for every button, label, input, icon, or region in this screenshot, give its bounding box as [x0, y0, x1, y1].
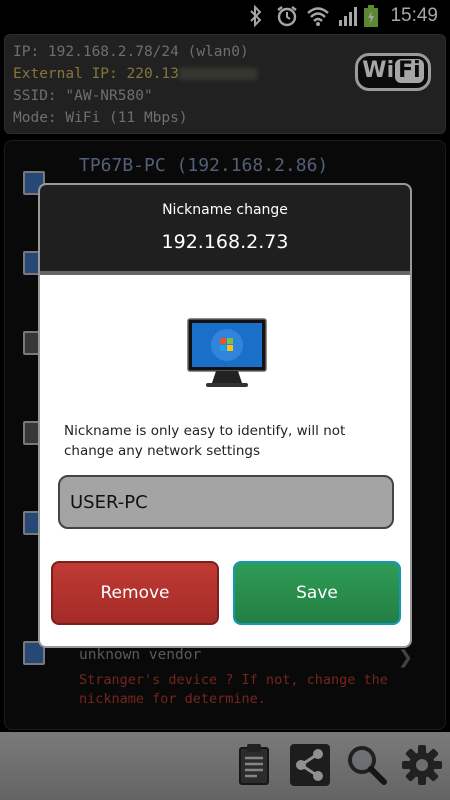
- nickname-dialog: Nickname change 192.168.2.73 Nickname is…: [38, 183, 412, 648]
- computer-monitor-icon: [187, 318, 267, 387]
- dialog-title: Nickname change: [162, 202, 288, 218]
- dialog-ip: 192.168.2.73: [161, 231, 289, 253]
- dialog-message: Nickname is only easy to identify, will …: [64, 423, 346, 459]
- nickname-input[interactable]: [58, 475, 394, 529]
- remove-button[interactable]: Remove: [51, 561, 219, 625]
- save-button[interactable]: Save: [233, 561, 401, 625]
- dialog-header: Nickname change 192.168.2.73: [40, 185, 410, 275]
